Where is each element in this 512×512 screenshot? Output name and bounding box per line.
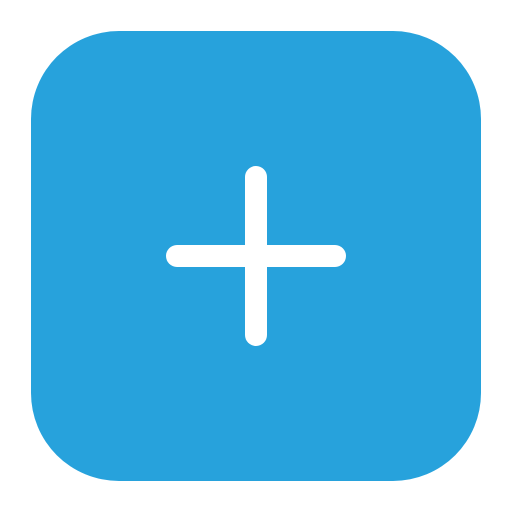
- app-icon-canvas: [0, 0, 512, 512]
- add-button[interactable]: [31, 31, 481, 481]
- plus-icon: [166, 166, 346, 346]
